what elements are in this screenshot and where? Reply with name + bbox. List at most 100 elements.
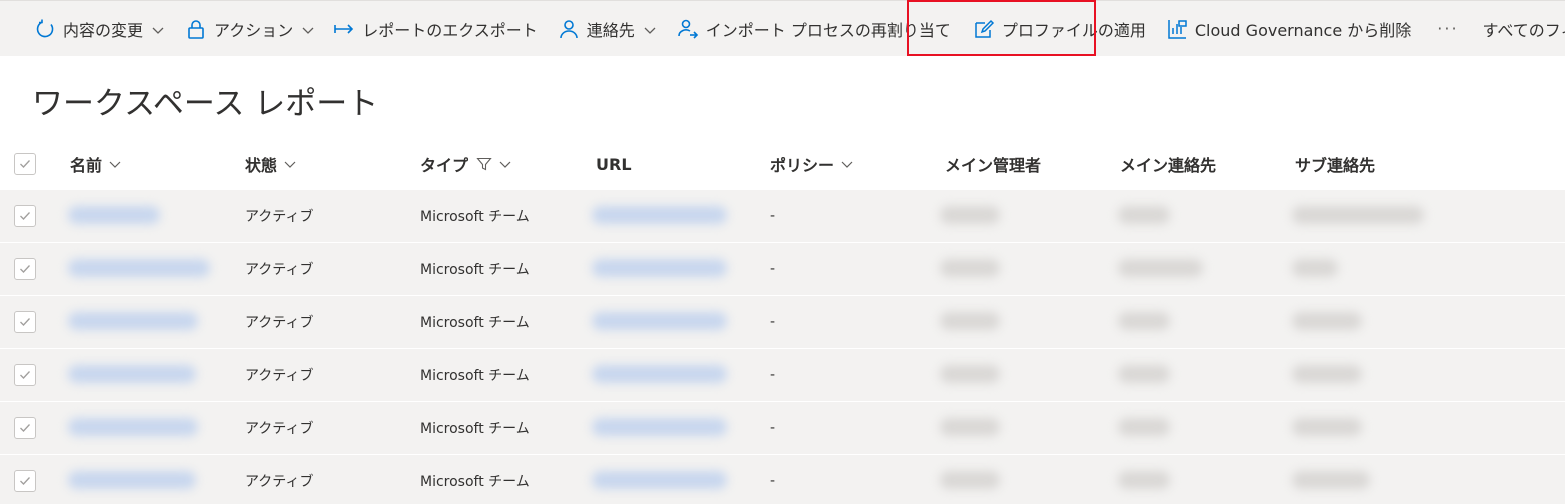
redacted-secondary-contact bbox=[1292, 206, 1424, 224]
status-cell: アクティブ bbox=[245, 315, 314, 331]
export-report-button[interactable]: レポートのエクスポート bbox=[333, 1, 538, 56]
chevron-down-icon bbox=[109, 161, 121, 168]
person-icon bbox=[558, 18, 580, 40]
status-cell: アクティブ bbox=[245, 368, 314, 384]
redacted-secondary-contact bbox=[1292, 365, 1362, 383]
redacted-name[interactable] bbox=[68, 418, 198, 436]
remove-from-cloud-governance-label: Cloud Governance から削除 bbox=[1194, 20, 1412, 40]
type-cell: Microsoft チーム bbox=[420, 209, 530, 225]
command-bar: 内容の変更 アクション レポートのエクスポート 連絡先 インポート プロセスの再… bbox=[0, 0, 1565, 56]
column-header-label: サブ連絡先 bbox=[1295, 156, 1376, 175]
chevron-down-icon bbox=[284, 161, 296, 168]
redacted-secondary-contact bbox=[1292, 418, 1362, 436]
redacted-admin bbox=[940, 206, 1000, 224]
redacted-url[interactable] bbox=[592, 312, 727, 330]
redacted-contact bbox=[1118, 418, 1170, 436]
redacted-secondary-contact bbox=[1292, 259, 1338, 277]
policy-cell: - bbox=[770, 208, 776, 224]
redacted-secondary-contact bbox=[1292, 471, 1370, 489]
row-checkbox[interactable] bbox=[14, 470, 36, 492]
table-row[interactable]: アクティブ Microsoft チーム - bbox=[0, 296, 1565, 349]
column-header-status[interactable]: 状態 bbox=[245, 138, 297, 190]
column-header-label: 状態 bbox=[245, 156, 278, 175]
row-checkbox[interactable] bbox=[14, 258, 36, 280]
column-header-type[interactable]: タイプ bbox=[420, 138, 512, 190]
chevron-down-icon bbox=[499, 161, 511, 168]
export-report-label: レポートのエクスポート bbox=[362, 20, 538, 40]
reassign-import-label: インポート プロセスの再割り当て bbox=[705, 20, 951, 40]
table-row[interactable]: アクティブ Microsoft チーム - bbox=[0, 402, 1565, 455]
policy-cell: - bbox=[770, 420, 776, 436]
column-header-url[interactable]: URL bbox=[596, 138, 632, 190]
all-filtered-button[interactable]: すべてのフィルター済み bbox=[1482, 1, 1565, 56]
row-checkbox[interactable] bbox=[14, 311, 36, 333]
actions-button[interactable]: アクション bbox=[185, 1, 315, 56]
type-cell: Microsoft チーム bbox=[420, 421, 530, 437]
table-header: 名前 状態 タイプ URL ポリシー メイン管理者 メイン連絡先 サブ連絡先 bbox=[0, 138, 1565, 190]
column-header-label: URL bbox=[596, 154, 632, 174]
redacted-url[interactable] bbox=[592, 471, 727, 489]
change-content-label: 内容の変更 bbox=[63, 20, 144, 40]
redacted-name[interactable] bbox=[68, 259, 210, 277]
column-header-label: メイン連絡先 bbox=[1120, 156, 1217, 175]
redacted-url[interactable] bbox=[592, 365, 727, 383]
column-header-name[interactable]: 名前 bbox=[70, 138, 122, 190]
redacted-admin bbox=[940, 471, 1000, 489]
status-cell: アクティブ bbox=[245, 474, 314, 490]
apply-profile-label: プロファイルの適用 bbox=[1001, 20, 1146, 40]
remove-from-cloud-governance-button[interactable]: Cloud Governance から削除 bbox=[1166, 1, 1412, 56]
table-row[interactable]: アクティブ Microsoft チーム - bbox=[0, 349, 1565, 402]
column-header-primary-admin[interactable]: メイン管理者 bbox=[945, 138, 1041, 190]
chevron-down-icon bbox=[301, 22, 315, 36]
redacted-name[interactable] bbox=[68, 365, 196, 383]
redacted-name[interactable] bbox=[68, 471, 196, 489]
column-header-label: タイプ bbox=[420, 156, 469, 175]
page-title: ワークスペース レポート bbox=[32, 86, 379, 122]
person-reassign-icon bbox=[677, 18, 699, 40]
column-header-secondary-contact[interactable]: サブ連絡先 bbox=[1295, 138, 1375, 190]
redacted-secondary-contact bbox=[1292, 312, 1362, 330]
column-header-policy[interactable]: ポリシー bbox=[770, 138, 854, 190]
contacts-label: 連絡先 bbox=[586, 20, 635, 40]
status-cell: アクティブ bbox=[245, 209, 314, 225]
redacted-contact bbox=[1118, 206, 1170, 224]
column-header-primary-contact[interactable]: メイン連絡先 bbox=[1120, 138, 1216, 190]
table-row[interactable]: アクティブ Microsoft チーム - bbox=[0, 455, 1565, 504]
chevron-down-icon bbox=[841, 161, 853, 168]
redacted-contact bbox=[1118, 471, 1170, 489]
contacts-button[interactable]: 連絡先 bbox=[558, 1, 657, 56]
redacted-name[interactable] bbox=[68, 312, 198, 330]
policy-cell: - bbox=[770, 367, 776, 383]
more-icon: ··· bbox=[1437, 19, 1459, 38]
apply-profile-button[interactable]: プロファイルの適用 bbox=[973, 1, 1146, 56]
redacted-url[interactable] bbox=[592, 206, 727, 224]
table-row[interactable]: アクティブ Microsoft チーム - bbox=[0, 243, 1565, 296]
chevron-down-icon bbox=[643, 22, 657, 36]
refresh-icon bbox=[34, 18, 56, 40]
redacted-name[interactable] bbox=[68, 206, 160, 224]
redacted-contact bbox=[1118, 259, 1203, 277]
row-checkbox[interactable] bbox=[14, 417, 36, 439]
type-cell: Microsoft チーム bbox=[420, 262, 530, 278]
actions-label: アクション bbox=[214, 20, 294, 40]
reassign-import-button[interactable]: インポート プロセスの再割り当て bbox=[677, 1, 951, 56]
select-all-checkbox[interactable] bbox=[14, 153, 36, 175]
redacted-admin bbox=[940, 312, 1000, 330]
policy-cell: - bbox=[770, 473, 776, 489]
more-button[interactable]: ··· bbox=[1437, 1, 1459, 56]
filter-icon bbox=[476, 157, 492, 171]
type-cell: Microsoft チーム bbox=[420, 315, 530, 331]
export-arrow-icon bbox=[333, 18, 355, 40]
row-checkbox[interactable] bbox=[14, 205, 36, 227]
edit-profile-icon bbox=[973, 18, 995, 40]
table-row[interactable]: アクティブ Microsoft チーム - bbox=[0, 190, 1565, 243]
column-header-label: ポリシー bbox=[770, 156, 835, 175]
redacted-url[interactable] bbox=[592, 418, 727, 436]
type-cell: Microsoft チーム bbox=[420, 474, 530, 490]
change-content-button[interactable]: 内容の変更 bbox=[34, 1, 165, 56]
redacted-contact bbox=[1118, 312, 1170, 330]
status-cell: アクティブ bbox=[245, 421, 314, 437]
all-filtered-label: すべてのフィルター済み bbox=[1482, 20, 1565, 40]
row-checkbox[interactable] bbox=[14, 364, 36, 386]
redacted-url[interactable] bbox=[592, 259, 727, 277]
